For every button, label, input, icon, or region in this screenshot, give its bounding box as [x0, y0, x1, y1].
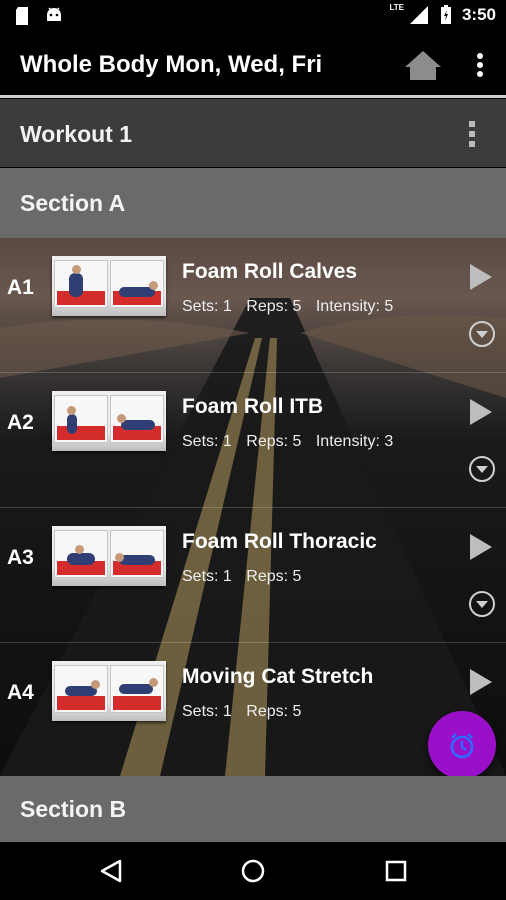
exercise-name: Foam Roll ITB: [182, 395, 324, 418]
expand-circle-icon[interactable]: [468, 320, 496, 348]
play-icon[interactable]: [468, 532, 494, 562]
exercise-meta: Sets: 1 Reps: 5: [182, 703, 311, 721]
back-triangle-icon[interactable]: [98, 858, 124, 884]
play-icon[interactable]: [468, 262, 494, 292]
expand-circle-icon[interactable]: [468, 455, 496, 483]
network-label: LTE: [389, 3, 404, 12]
android-icon: [47, 7, 61, 21]
intensity-label: Intensity: 3: [315, 433, 394, 450]
reps-label: Reps: 5: [246, 433, 302, 450]
expand-circle-icon[interactable]: [468, 590, 496, 618]
section-title: Section B: [20, 796, 127, 822]
reps-label: Reps: 5: [246, 568, 302, 585]
home-circle-icon[interactable]: [240, 858, 266, 884]
reps-label: Reps: 5: [246, 298, 302, 315]
status-bar: LTE 3:50: [0, 0, 506, 32]
play-icon[interactable]: [468, 667, 494, 697]
section-a-header[interactable]: Section A: [0, 168, 506, 238]
exercise-code: A2: [7, 411, 34, 434]
clock: 3:50: [461, 5, 496, 24]
exercise-thumbnail[interactable]: [52, 391, 166, 451]
exercise-thumbnail[interactable]: [52, 526, 166, 586]
app-title: Whole Body Mon, Wed, Fri: [20, 51, 323, 78]
exercise-row[interactable]: A3 Foam Roll Thoracic Sets: 1 Reps: 5: [0, 508, 506, 643]
reps-label: Reps: 5: [246, 703, 302, 720]
sets-label: Sets: 1: [182, 433, 232, 450]
exercise-name: Foam Roll Thoracic: [182, 530, 377, 553]
alarm-fab-button[interactable]: [428, 711, 496, 779]
recents-square-icon[interactable]: [384, 859, 408, 883]
exercise-meta: Sets: 1 Reps: 5 Intensity: 5: [182, 298, 403, 316]
section-b-header[interactable]: Section B: [0, 776, 506, 842]
sets-label: Sets: 1: [182, 298, 232, 315]
exercise-row[interactable]: A1 Foam Roll Calves Sets: 1 Reps: 5 Inte…: [0, 238, 506, 373]
app-bar-divider: [0, 95, 506, 98]
exercise-name: Foam Roll Calves: [182, 260, 358, 283]
exercise-code: A4: [7, 681, 34, 704]
sd-card-icon: [16, 7, 28, 25]
section-title: Section A: [20, 190, 126, 216]
system-nav-bar: [0, 842, 506, 900]
workout-title: Workout 1: [20, 121, 133, 147]
more-vert-icon[interactable]: [470, 48, 490, 82]
workout-more-vert-icon[interactable]: [462, 117, 482, 151]
lte-signal-icon: [409, 6, 428, 24]
exercise-thumbnail[interactable]: [52, 661, 166, 721]
exercise-meta: Sets: 1 Reps: 5: [182, 568, 311, 586]
exercise-code: A1: [7, 276, 34, 299]
alarm-icon: [450, 733, 474, 759]
exercise-name: Moving Cat Stretch: [182, 665, 374, 688]
sets-label: Sets: 1: [182, 703, 232, 720]
exercise-row[interactable]: A2 Foam Roll ITB Sets: 1 Reps: 5 Intensi…: [0, 373, 506, 508]
exercise-thumbnail[interactable]: [52, 256, 166, 316]
exercise-meta: Sets: 1 Reps: 5 Intensity: 3: [182, 433, 403, 451]
home-icon[interactable]: [402, 48, 444, 82]
play-icon[interactable]: [468, 397, 494, 427]
intensity-label: Intensity: 5: [315, 298, 394, 315]
workout-header[interactable]: Workout 1: [0, 99, 506, 167]
battery-icon: [440, 5, 451, 24]
sets-label: Sets: 1: [182, 568, 232, 585]
app-bar: Whole Body Mon, Wed, Fri: [0, 32, 506, 96]
exercise-list: A1 Foam Roll Calves Sets: 1 Reps: 5 Inte…: [0, 238, 506, 776]
exercise-code: A3: [7, 546, 34, 569]
